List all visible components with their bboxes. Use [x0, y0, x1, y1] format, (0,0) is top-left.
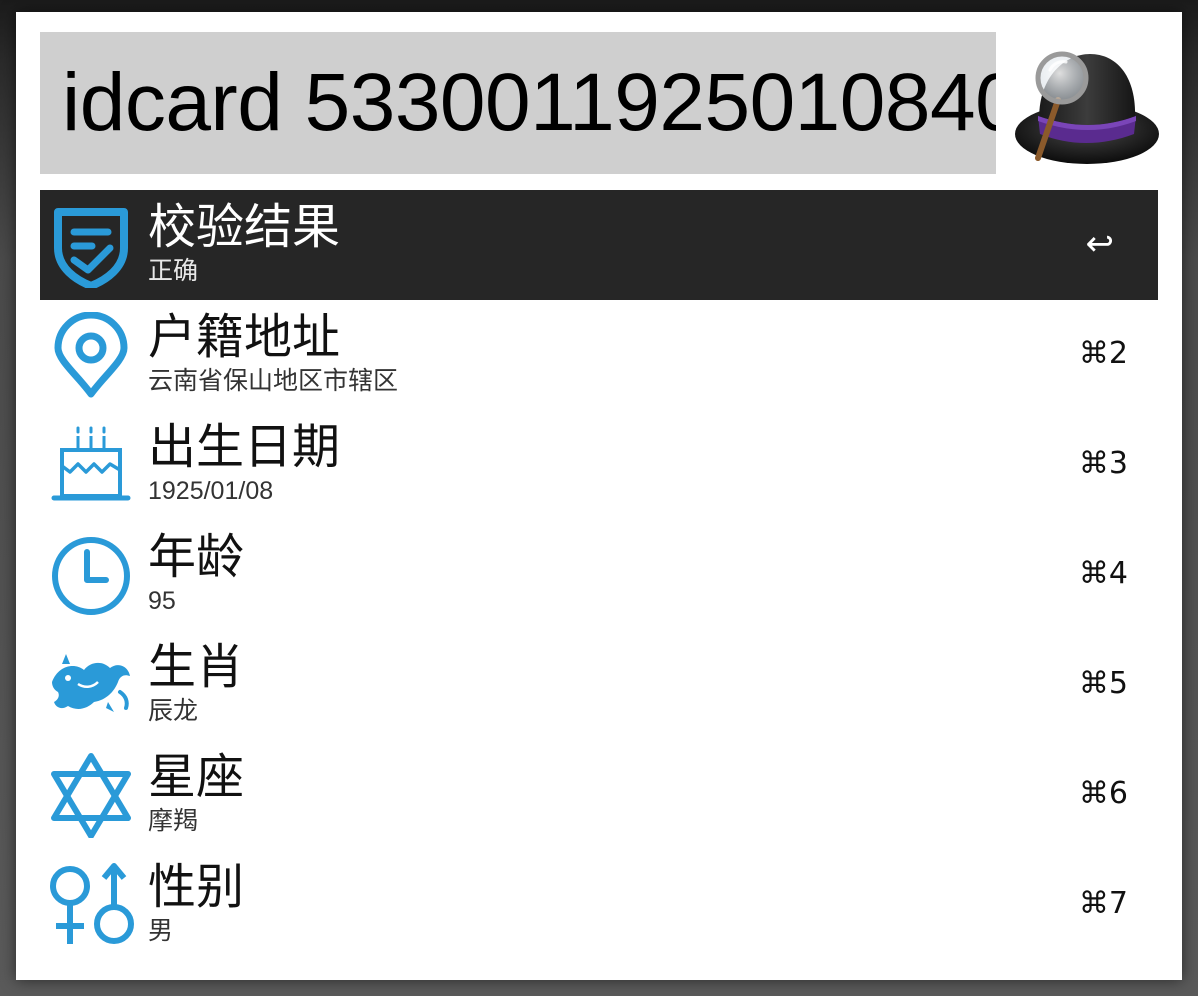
result-item-address[interactable]: 户籍地址 云南省保山地区市辖区 ⌘2: [40, 300, 1158, 410]
alfred-hat-icon: [1012, 42, 1162, 172]
dragon-icon: [48, 642, 134, 728]
clock-icon: [48, 532, 134, 618]
result-item-verification[interactable]: 校验结果 正确 ↩: [40, 190, 1158, 300]
result-item-gender[interactable]: 性别 男 ⌘7: [40, 850, 1158, 960]
result-subtitle: 95: [148, 587, 176, 615]
result-title: 出生日期: [148, 421, 341, 474]
shortcut-label: ⌘5: [1078, 666, 1128, 701]
return-key-shortcut: ↩: [1085, 224, 1115, 264]
search-input[interactable]: idcard 533001192501084033: [40, 32, 996, 174]
result-item-birthdate[interactable]: 出生日期 1925/01/08 ⌘3: [40, 410, 1158, 520]
result-item-zodiac[interactable]: 生肖 辰龙 ⌘5: [40, 630, 1158, 740]
birthday-cake-icon: [48, 422, 134, 508]
launcher-window: idcard 533001192501084033: [16, 12, 1182, 980]
search-input-text[interactable]: idcard 533001192501084033: [62, 58, 996, 148]
result-title: 生肖: [148, 641, 245, 694]
result-subtitle: 男: [148, 917, 174, 945]
result-item-constellation[interactable]: 星座 摩羯 ⌘6: [40, 740, 1158, 850]
shortcut-label: ⌘7: [1078, 886, 1128, 921]
result-subtitle: 云南省保山地区市辖区: [148, 367, 399, 395]
result-title: 户籍地址: [148, 311, 341, 364]
gender-symbols-icon: [48, 862, 134, 948]
results-list: 校验结果 正确 ↩ 户籍地址 云南省保山地区市辖区 ⌘2 出生日期 1925/0…: [40, 190, 1158, 960]
result-title: 年龄: [148, 531, 245, 584]
result-subtitle: 正确: [148, 257, 199, 285]
shield-check-icon: [48, 202, 134, 290]
result-subtitle: 辰龙: [148, 697, 199, 725]
result-title: 星座: [148, 751, 245, 804]
result-item-age[interactable]: 年龄 95 ⌘4: [40, 520, 1158, 630]
result-subtitle: 摩羯: [148, 807, 199, 835]
shortcut-label: ⌘6: [1078, 776, 1128, 811]
shortcut-label: ⌘3: [1078, 446, 1128, 481]
result-subtitle: 1925/01/08: [148, 477, 274, 505]
shortcut-label: ⌘4: [1078, 556, 1128, 591]
result-title: 性别: [148, 861, 245, 914]
shortcut-label: ⌘2: [1078, 336, 1128, 371]
star-of-david-icon: [48, 752, 134, 839]
location-pin-icon: [48, 311, 134, 398]
result-title: 校验结果: [148, 201, 341, 254]
